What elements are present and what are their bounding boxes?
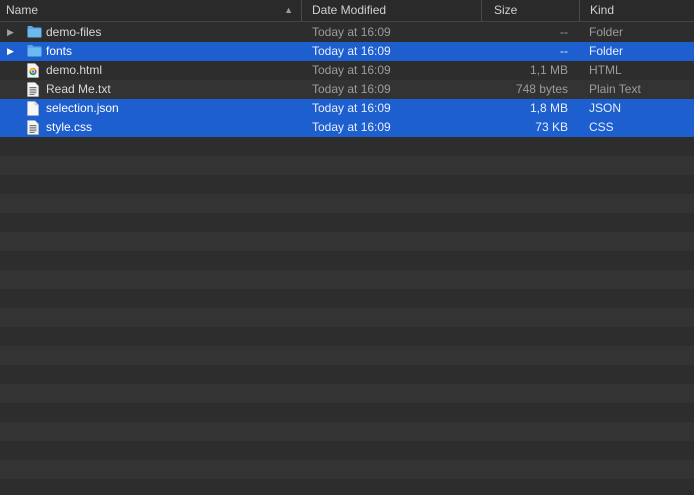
empty-row [0,137,694,156]
file-kind: CSS [589,120,614,134]
file-name: Read Me.txt [46,82,111,96]
empty-row [0,479,694,495]
file-size: -- [560,25,568,39]
disclosure-triangle-icon[interactable]: ▶ [7,23,17,42]
file-name: selection.json [46,101,119,115]
file-size: 73 KB [535,120,568,134]
sort-ascending-icon: ▲ [284,5,293,15]
file-kind: Folder [589,44,624,58]
column-header-name[interactable]: Name ▲ [0,0,302,21]
file-size: 748 bytes [515,82,568,96]
folder-icon [27,44,42,59]
empty-row [0,251,694,270]
disclosure-triangle-icon[interactable]: ▶ [7,42,17,61]
empty-row [0,194,694,213]
empty-row [0,403,694,422]
empty-row [0,346,694,365]
file-size: -- [560,44,568,58]
file-row[interactable]: selection.json Today at 16:09 1,8 MB JSON [0,99,694,118]
file-size: 1,8 MB [529,101,568,115]
file-row[interactable]: ▶ fonts Today at 16:09 -- Folder [0,42,694,61]
empty-row [0,441,694,460]
column-header-name-label: Name [6,3,39,17]
empty-row [0,384,694,403]
file-date: Today at 16:09 [312,44,391,58]
file-row[interactable]: style.css Today at 16:09 73 KB CSS [0,118,694,137]
finder-list-view: Name ▲ Date Modified Size Kind ▶ demo-fil… [0,0,694,495]
column-header-bar: Name ▲ Date Modified Size Kind [0,0,694,22]
empty-row [0,213,694,232]
file-date: Today at 16:09 [312,25,391,39]
empty-row [0,270,694,289]
empty-row [0,460,694,479]
column-header-kind[interactable]: Kind [580,0,694,21]
empty-row [0,289,694,308]
file-kind: HTML [589,63,622,77]
file-name: fonts [46,44,73,58]
empty-row [0,156,694,175]
file-date: Today at 16:09 [312,82,391,96]
column-header-date-label: Date Modified [312,3,387,17]
file-name: demo-files [46,25,102,39]
chrome-html-icon [27,63,41,78]
column-header-size-label: Size [494,3,518,17]
text-document-icon [27,82,41,97]
file-size: 1,1 MB [529,63,568,77]
column-header-kind-label: Kind [590,3,615,17]
text-document-icon [27,120,41,135]
file-kind: Folder [589,25,624,39]
file-row[interactable]: Read Me.txt Today at 16:09 748 bytes Plain … [0,80,694,99]
file-kind: Plain Text [589,82,641,96]
file-row[interactable]: demo.html Today at 16:09 1,1 MB HTML [0,61,694,80]
blank-document-icon [27,101,41,116]
empty-row [0,365,694,384]
file-kind: JSON [589,101,622,115]
column-header-date-modified[interactable]: Date Modified [302,0,482,21]
file-date: Today at 16:09 [312,101,391,115]
file-name: style.css [46,120,93,134]
empty-row [0,232,694,251]
file-date: Today at 16:09 [312,63,391,77]
empty-row [0,175,694,194]
folder-icon [27,25,42,40]
file-list: ▶ demo-files Today at 16:09 -- Folder ▶ fonts T… [0,23,694,495]
file-name: demo.html [46,63,103,77]
file-row[interactable]: ▶ demo-files Today at 16:09 -- Folder [0,23,694,42]
empty-row [0,422,694,441]
empty-row [0,327,694,346]
file-date: Today at 16:09 [312,120,391,134]
empty-row [0,308,694,327]
column-header-size[interactable]: Size [482,0,580,21]
